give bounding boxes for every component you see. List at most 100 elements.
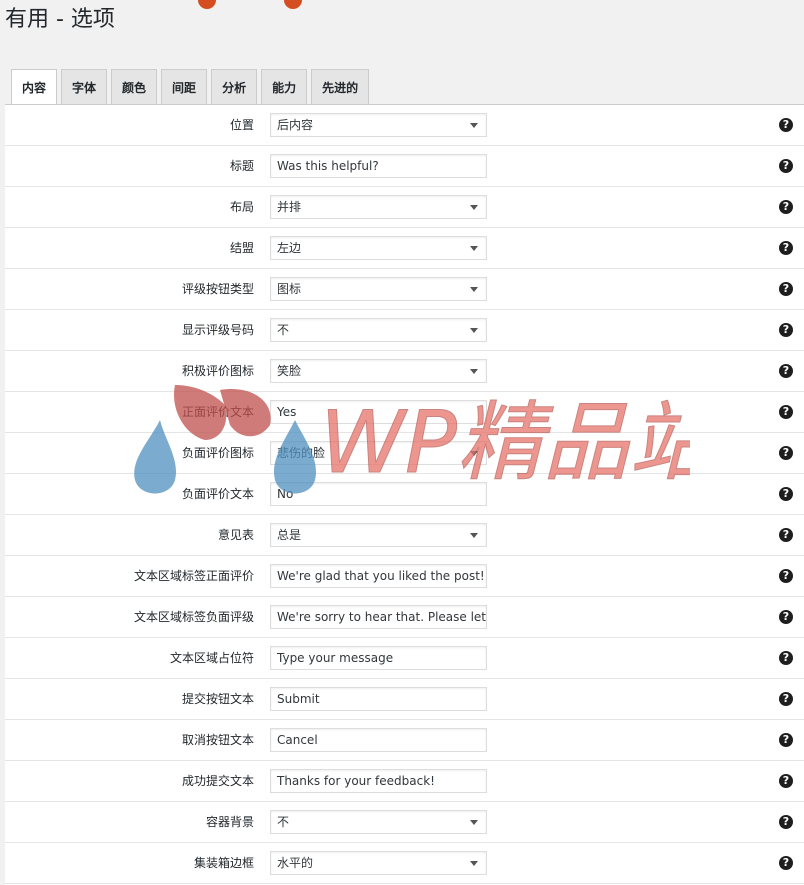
option-row: 负面评价文本 No? [5, 474, 804, 515]
option-text-input[interactable]: Type your message [270, 646, 487, 670]
option-row: 正面评价文本 Yes? [5, 392, 804, 433]
option-label: 正面评价文本 [181, 405, 254, 419]
help-icon[interactable]: ? [779, 446, 793, 460]
option-row: 标题 Was this helpful?? [5, 146, 804, 187]
option-label: 集装箱边框 [193, 856, 254, 870]
option-label: 意见表 [217, 528, 254, 542]
help-icon[interactable]: ? [779, 856, 793, 870]
chevron-down-icon [470, 287, 478, 292]
option-text-input[interactable]: We're glad that you liked the post! Let [270, 564, 487, 588]
help-icon[interactable]: ? [779, 610, 793, 624]
help-icon[interactable]: ? [779, 323, 793, 337]
notification-badge [198, 0, 216, 9]
page-title: 有用 - 选项 [5, 7, 115, 32]
field-value: 并排 [277, 200, 302, 214]
tab-0[interactable]: 内容 [11, 69, 58, 106]
option-text-input[interactable]: We're sorry to hear that. Please let us … [270, 605, 487, 629]
field-value: 不 [277, 815, 290, 829]
chevron-down-icon [470, 533, 478, 538]
field-value: 笑脸 [277, 364, 302, 378]
help-icon[interactable]: ? [779, 118, 793, 132]
option-label: 显示评级号码 [181, 323, 254, 337]
option-select[interactable]: 水平的 [270, 851, 487, 875]
option-row: 容器背景 不? [5, 802, 804, 843]
option-text-input[interactable]: Cancel [270, 728, 487, 752]
help-icon[interactable]: ? [779, 200, 793, 214]
option-label: 负面评价文本 [181, 487, 254, 501]
tab-2[interactable]: 颜色 [111, 69, 158, 105]
help-icon[interactable]: ? [779, 815, 793, 829]
tab-6[interactable]: 先进的 [311, 69, 370, 105]
option-label: 提交按钮文本 [181, 692, 254, 706]
option-row: 积极评价图标 笑脸? [5, 351, 804, 392]
help-icon[interactable]: ? [779, 651, 793, 665]
field-value: Type your message [277, 651, 394, 665]
option-select[interactable]: 不 [270, 810, 487, 834]
option-row: 集装箱边框 水平的? [5, 843, 804, 884]
field-value: 后内容 [277, 118, 314, 132]
tab-3[interactable]: 间距 [161, 69, 208, 105]
option-row: 文本区域标签正面评价 We're glad that you liked the … [5, 556, 804, 597]
help-icon[interactable]: ? [779, 733, 793, 747]
chevron-down-icon [470, 328, 478, 333]
option-text-input[interactable]: No [270, 482, 487, 506]
help-icon[interactable]: ? [779, 282, 793, 296]
option-label: 结盟 [229, 241, 254, 255]
option-label: 积极评价图标 [181, 364, 254, 378]
chevron-down-icon [470, 369, 478, 374]
help-icon[interactable]: ? [779, 364, 793, 378]
tab-5[interactable]: 能力 [261, 69, 308, 105]
help-icon[interactable]: ? [779, 159, 793, 173]
option-text-input[interactable]: Thanks for your feedback! [270, 769, 487, 793]
help-icon[interactable]: ? [779, 569, 793, 583]
option-select[interactable]: 左边 [270, 236, 487, 260]
option-label: 文本区域占位符 [169, 651, 254, 665]
option-select[interactable]: 笑脸 [270, 359, 487, 383]
chevron-down-icon [470, 820, 478, 825]
option-text-input[interactable]: Was this helpful? [270, 154, 487, 178]
option-text-input[interactable]: Yes [270, 400, 487, 424]
option-text-input[interactable]: Submit [270, 687, 487, 711]
option-label: 取消按钮文本 [181, 733, 254, 747]
option-select[interactable]: 并排 [270, 195, 487, 219]
chevron-down-icon [470, 451, 478, 456]
help-icon[interactable]: ? [779, 692, 793, 706]
option-select[interactable]: 悲伤的脸 [270, 441, 487, 465]
help-icon[interactable]: ? [779, 528, 793, 542]
option-label: 负面评价图标 [181, 446, 254, 460]
option-select[interactable]: 图标 [270, 277, 487, 301]
field-value: Cancel [277, 733, 318, 747]
field-value: No [277, 487, 294, 501]
option-row: 负面评价图标 悲伤的脸? [5, 433, 804, 474]
option-label: 标题 [229, 159, 254, 173]
field-value: 悲伤的脸 [277, 446, 326, 460]
option-label: 容器背景 [205, 815, 254, 829]
tab-4[interactable]: 分析 [211, 69, 258, 105]
chevron-down-icon [470, 205, 478, 210]
chevron-down-icon [470, 123, 478, 128]
option-row: 成功提交文本 Thanks for your feedback!? [5, 761, 804, 802]
option-label: 文本区域标签负面评级 [133, 610, 254, 624]
option-select[interactable]: 不 [270, 318, 487, 342]
field-value: We're glad that you liked the post! Let [277, 569, 487, 583]
help-icon[interactable]: ? [779, 487, 793, 501]
option-label: 成功提交文本 [181, 774, 254, 788]
option-row: 意见表 总是? [5, 515, 804, 556]
option-label: 文本区域标签正面评价 [133, 569, 254, 583]
option-label: 位置 [229, 118, 254, 132]
option-select[interactable]: 总是 [270, 523, 487, 547]
option-row: 取消按钮文本 Cancel? [5, 720, 804, 761]
option-row: 位置 后内容? [5, 105, 804, 146]
tab-1[interactable]: 字体 [61, 69, 108, 105]
field-value: 不 [277, 323, 290, 337]
option-row: 文本区域标签负面评级 We're sorry to hear that. Plea… [5, 597, 804, 638]
help-icon[interactable]: ? [779, 405, 793, 419]
option-label: 评级按钮类型 [181, 282, 254, 296]
chevron-down-icon [470, 861, 478, 866]
help-icon[interactable]: ? [779, 241, 793, 255]
field-value: 水平的 [277, 856, 314, 870]
help-icon[interactable]: ? [779, 774, 793, 788]
option-select[interactable]: 后内容 [270, 113, 487, 137]
option-row: 文本区域占位符 Type your message? [5, 638, 804, 679]
field-value: Thanks for your feedback! [277, 774, 435, 788]
